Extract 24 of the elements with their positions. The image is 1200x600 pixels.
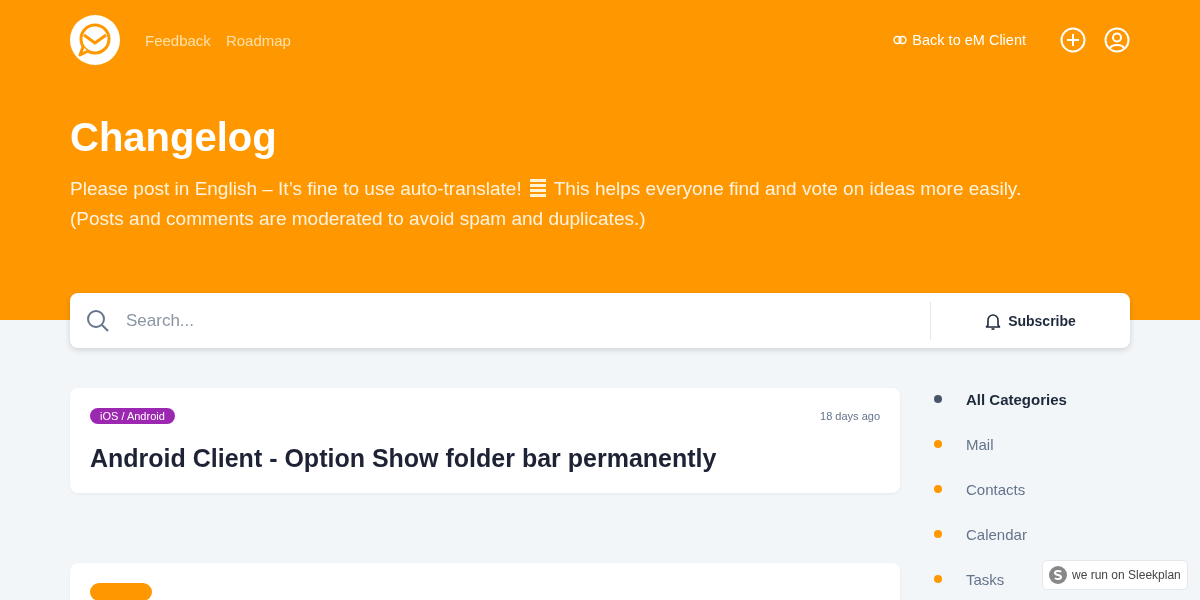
logo-icon[interactable] — [70, 15, 120, 65]
post-time: 18 days ago — [820, 410, 880, 422]
flag-icon — [529, 178, 546, 200]
category-item[interactable]: Calendar — [930, 525, 1027, 543]
s-logo-icon — [1049, 566, 1067, 584]
post-card[interactable]: iOS / Android 18 days ago Android Client - Option Show folder bar permanently — [70, 388, 900, 493]
category-item[interactable]: Contacts — [930, 480, 1026, 498]
category-tag: iOS / Android — [90, 408, 175, 424]
intro-text: (Posts and comments are moderated to avoid spam and duplicates.) — [70, 207, 647, 231]
intro-text: Please post in English – It’s fine to use auto-translate! — [70, 177, 522, 201]
sleekplan-badge[interactable]: we run on Sleekplan — [1042, 560, 1188, 590]
search-icon — [86, 308, 110, 333]
user-icon[interactable] — [1104, 27, 1130, 53]
intro-text: This helps everyone find and vote on ideas more easily. — [553, 177, 1022, 201]
subscribe-button[interactable]: Subscribe — [930, 301, 1130, 340]
link-icon — [893, 35, 908, 45]
post-title: Android Client - Option Show folder bar permanently — [90, 444, 718, 473]
category-item[interactable]: Tasks — [930, 570, 1005, 588]
search-field[interactable]: Search... Subscribe — [70, 293, 1130, 348]
category-item[interactable]: All Categories — [930, 390, 1067, 408]
add-icon[interactable] — [1060, 27, 1086, 53]
bell-icon — [985, 311, 1002, 330]
category-item[interactable]: Mail — [930, 435, 994, 453]
page-title: Changelog — [70, 115, 278, 160]
